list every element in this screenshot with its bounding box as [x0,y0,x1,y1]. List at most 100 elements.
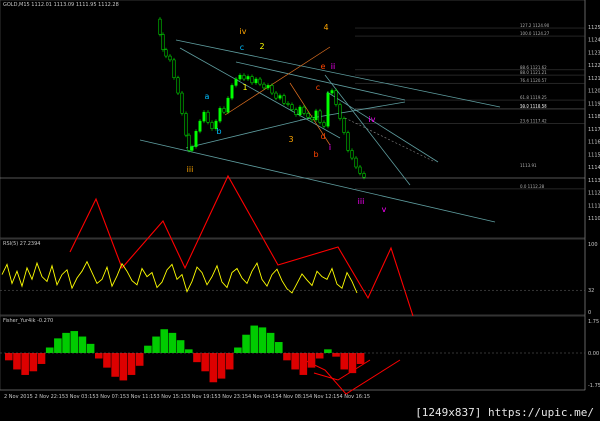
fisher-bar [111,353,119,377]
fib-level-label: 88.0 1121.21 [520,70,547,75]
candle-body [230,85,234,99]
time-axis-tick: 3 Nov 07:15 [96,394,127,400]
main-chart-title: GOLD,M15 1112.01 1113.09 1111.95 1112.28 [3,2,119,8]
price-axis-tick: 1117 [588,127,600,133]
fisher-bar [185,349,193,353]
candle-body [172,59,176,79]
fisher-bar [5,353,13,361]
fisher-bar [29,353,38,372]
time-axis-tick: 3 Nov 23:15 [218,394,249,400]
candle-body [176,77,180,94]
price-axis-tick: 1120 [588,89,600,95]
wave-count-label: iii [358,197,365,206]
fisher-bar [332,353,340,357]
price-axis-tick: 1115 [588,152,600,158]
wave-count-label: i [329,143,331,152]
candle-body [258,78,262,85]
candle-body [330,90,334,94]
wave-count-label: b [216,127,221,136]
rsi-axis-tick: 32 [588,288,594,294]
price-axis-tick: 1124 [588,38,600,44]
fisher-bar [78,336,87,353]
fisher-bar [54,338,62,353]
fisher-bar [152,336,160,353]
time-axis-tick: 3 Nov 19:15 [187,394,218,400]
price-axis-tick: 1110 [588,216,600,222]
fisher-bar [62,332,70,353]
rsi-line [1,260,358,294]
price-axis-tick: 1122 [588,63,600,69]
candle-body [168,55,172,61]
wave-count-label: iv [369,115,376,124]
time-axis-tick: 4 Nov 12:15 [309,394,340,400]
rsi-title: RSI(5) 27.2394 [3,241,41,247]
candle-body [158,18,162,35]
fib-level-label: 23.6 1117.42 [520,118,547,123]
price-axis-tick: 1118 [588,114,600,120]
time-axis-tick: 4 Nov 08:15 [279,394,310,400]
fisher-bar [307,353,316,368]
candle-body [238,74,242,80]
fisher-bar [103,353,111,368]
time-axis-tick: 3 Nov 03:15 [65,394,96,400]
candle-body [270,85,274,94]
candle-body [334,90,338,105]
price-axis-tick: 1121 [588,76,600,82]
wave-connector-line [224,46,331,116]
fisher-title: Fisher_Yur4ik -0.270 [3,318,54,324]
time-axis-tick: 2 Nov 22:15 [35,394,66,400]
price-axis-tick: 1119 [588,101,600,107]
watermark-text: [1249x837] https://upic.me/ [415,406,594,419]
fisher-bar [266,332,275,353]
fisher-bar [168,332,177,353]
fisher-bar [250,325,259,353]
candle-body [164,49,168,57]
wave-count-label: d [320,132,325,141]
candle-body [322,122,326,127]
fisher-bar [86,343,95,353]
fib-level-label: 61.8 1119.25 [520,95,547,100]
fisher-bar [283,353,291,361]
price-level-label: 1113.91 [520,163,537,168]
wave-count-label: b [313,150,318,159]
price-axis-tick: 1123 [588,50,600,56]
candle-body [298,106,302,115]
candle-body [184,113,188,136]
wave-count-label: 1 [242,83,247,92]
candle-body [294,109,298,115]
fib-level-label: 127.2 1124.90 [520,23,550,28]
fisher-bar [217,353,226,379]
candle-body [342,118,346,133]
projection-line [344,117,436,163]
wave-count-label: ii [331,62,335,71]
candle-body [354,157,358,168]
fisher-bar [225,353,234,370]
wave-count-label: c [316,83,320,92]
fisher-bar [299,353,308,375]
fisher-bar [13,353,21,370]
fisher-bar [275,342,283,353]
candle-body [222,108,226,113]
fisher-bar [201,353,209,372]
price-axis-tick: 1111 [588,203,600,209]
candle-body [198,120,202,132]
fisher-bar [315,353,324,359]
fisher-bar [176,340,185,353]
wave-count-label: a [205,92,210,101]
candle-body [326,92,330,127]
fisher-bar [340,353,349,370]
fisher-bar [242,334,250,353]
fisher-bar [348,353,357,374]
time-axis-tick: 2 Nov 2015 [4,394,33,400]
candle-body [338,104,342,119]
fisher-bar [324,349,332,353]
candle-body [290,104,294,110]
wave-count-label: v [382,205,387,214]
fisher-bar [127,353,136,375]
candle-body [180,92,184,114]
fisher-axis-tick: 0.00 [588,351,599,357]
candle-body [278,95,282,99]
fisher-bar [193,353,201,363]
fisher-bar [95,353,103,359]
candle-body [358,166,362,174]
